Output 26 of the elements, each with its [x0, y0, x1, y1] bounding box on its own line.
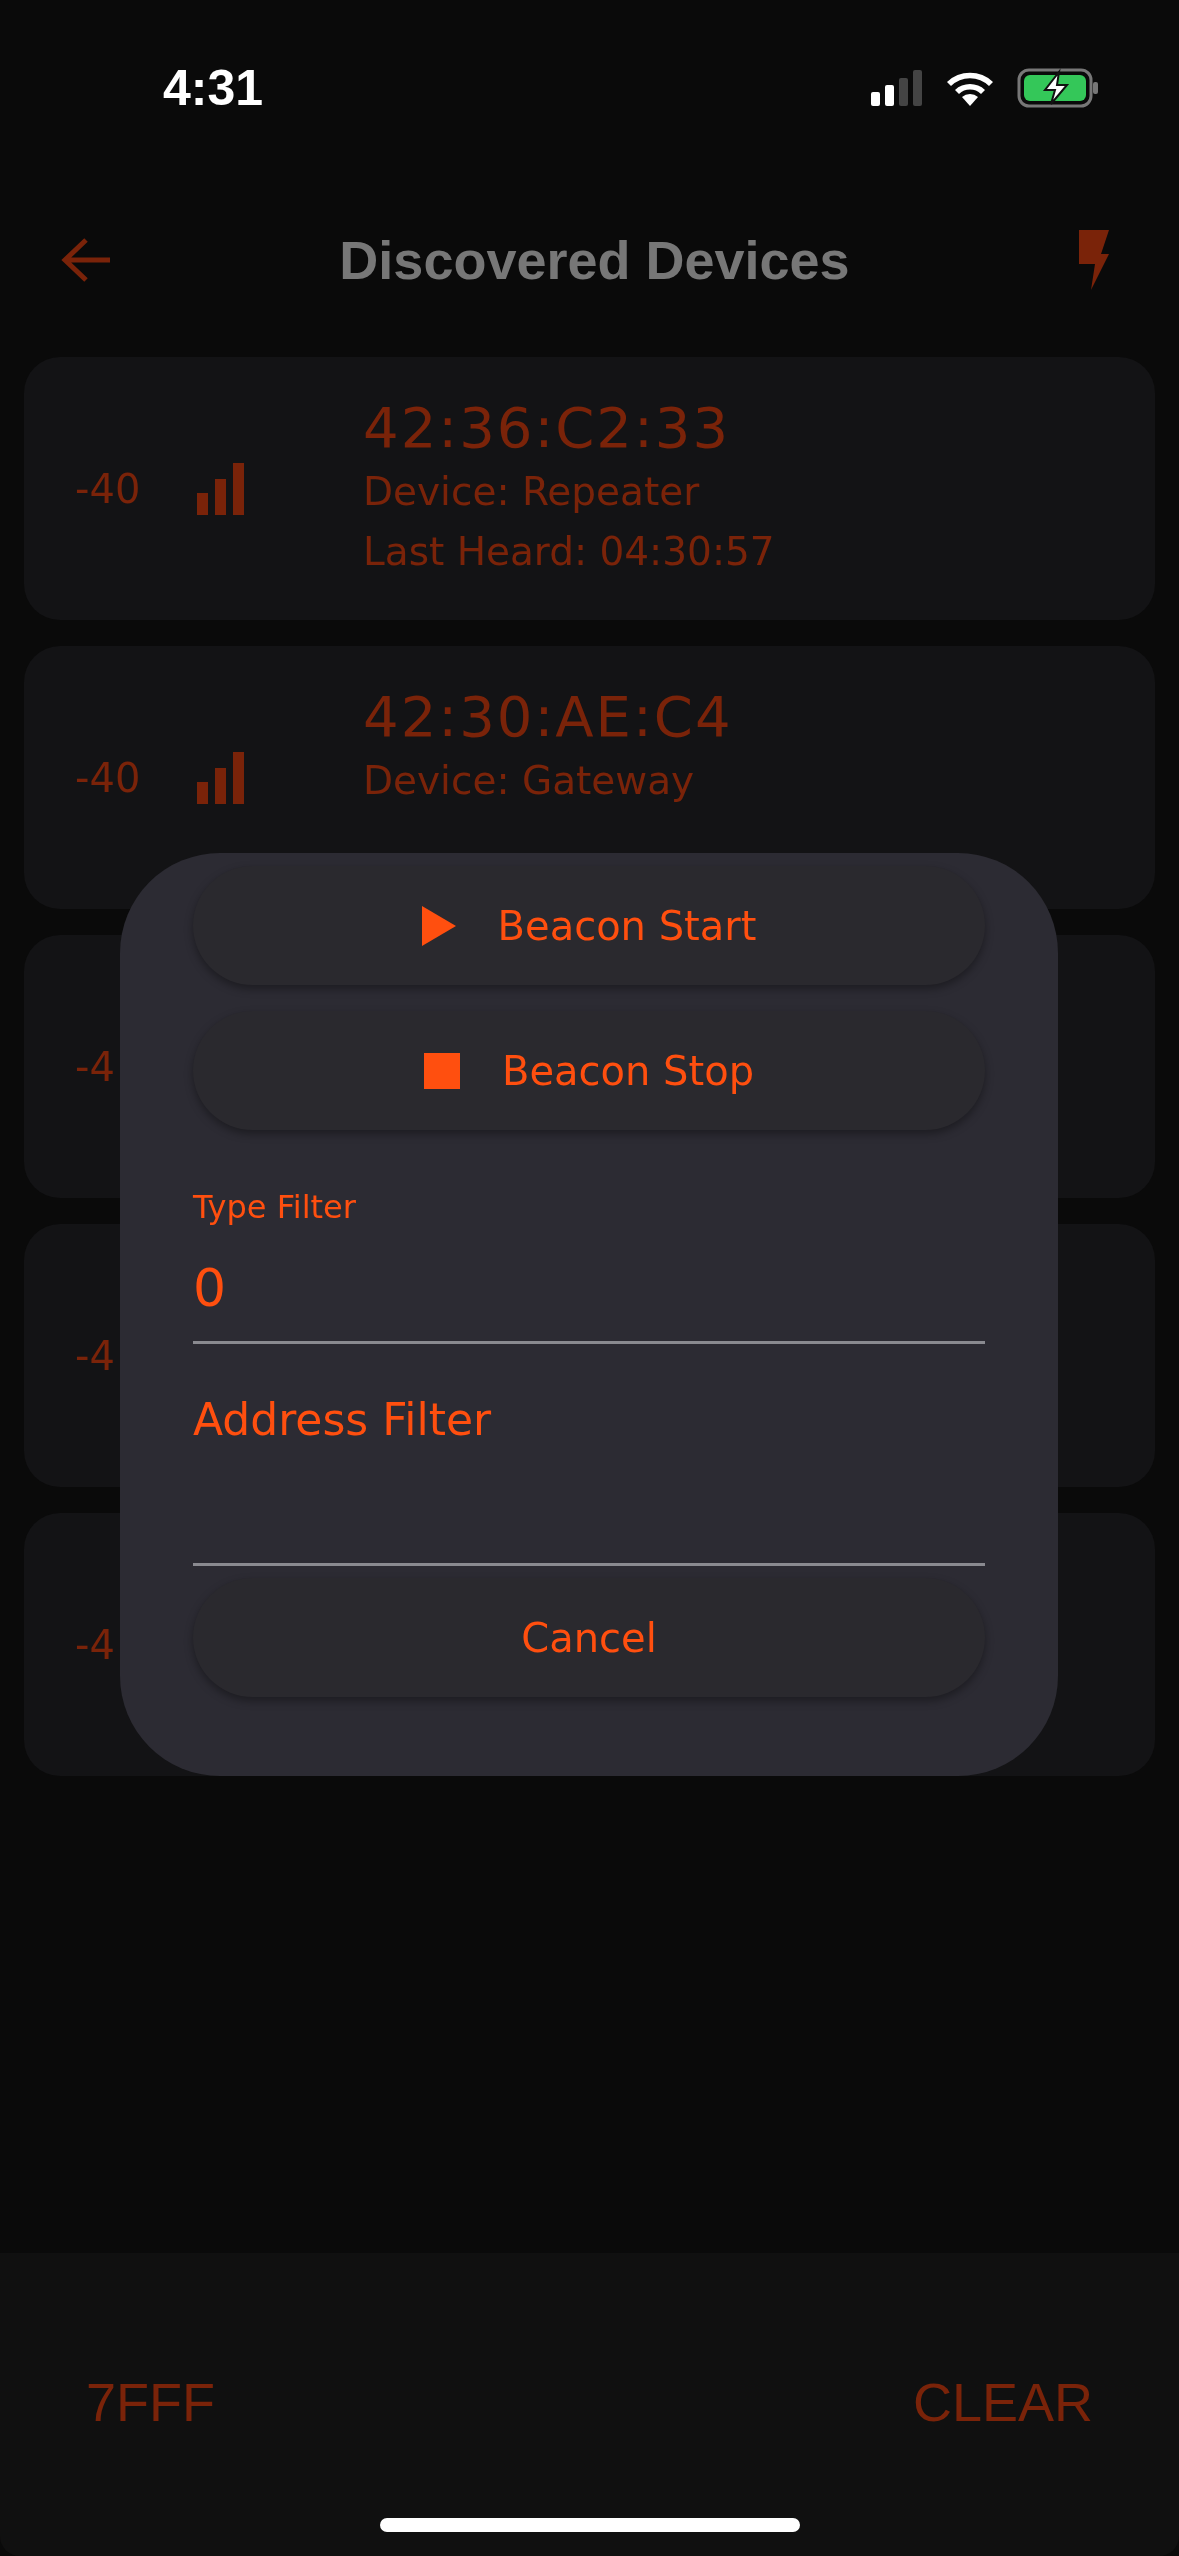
address-filter-field[interactable]: Address Filter [193, 1356, 985, 1566]
play-icon [421, 905, 456, 946]
device-address: 42:30:AE:C4 [363, 683, 733, 751]
signal-bars-icon [197, 751, 245, 804]
cancel-button[interactable]: Cancel [193, 1578, 985, 1697]
rssi-value: -4 [75, 1621, 116, 1668]
device-address: 42:36:C2:33 [363, 394, 732, 462]
stop-icon [424, 1052, 460, 1089]
signal-bars-icon [197, 462, 245, 515]
last-heard-time: Last Heard: 04:30:57 [363, 528, 775, 576]
battery-charging-icon [1017, 67, 1099, 108]
device-type: Device: Repeater [363, 468, 701, 516]
beacon-button[interactable]: Beacon Stop [193, 1011, 985, 1130]
type-filter-label: Type Filter [193, 1188, 356, 1226]
type-filter-field[interactable]: 0 [193, 1226, 985, 1344]
device-type: Device: Gateway [363, 757, 696, 805]
rssi-value: -4 [75, 1043, 116, 1090]
screen-title: Discovered Devices [339, 229, 850, 291]
beacon-button[interactable]: Beacon Start [193, 866, 985, 985]
rssi-value: -40 [75, 465, 142, 512]
back-arrow-icon[interactable] [60, 236, 112, 284]
cellular-signal-icon [871, 69, 923, 106]
lightning-bolt-icon[interactable] [1077, 230, 1109, 290]
rssi-value: -4 [75, 1332, 116, 1379]
status-time: 4:31 [163, 58, 264, 117]
rssi-value: -40 [75, 754, 142, 801]
